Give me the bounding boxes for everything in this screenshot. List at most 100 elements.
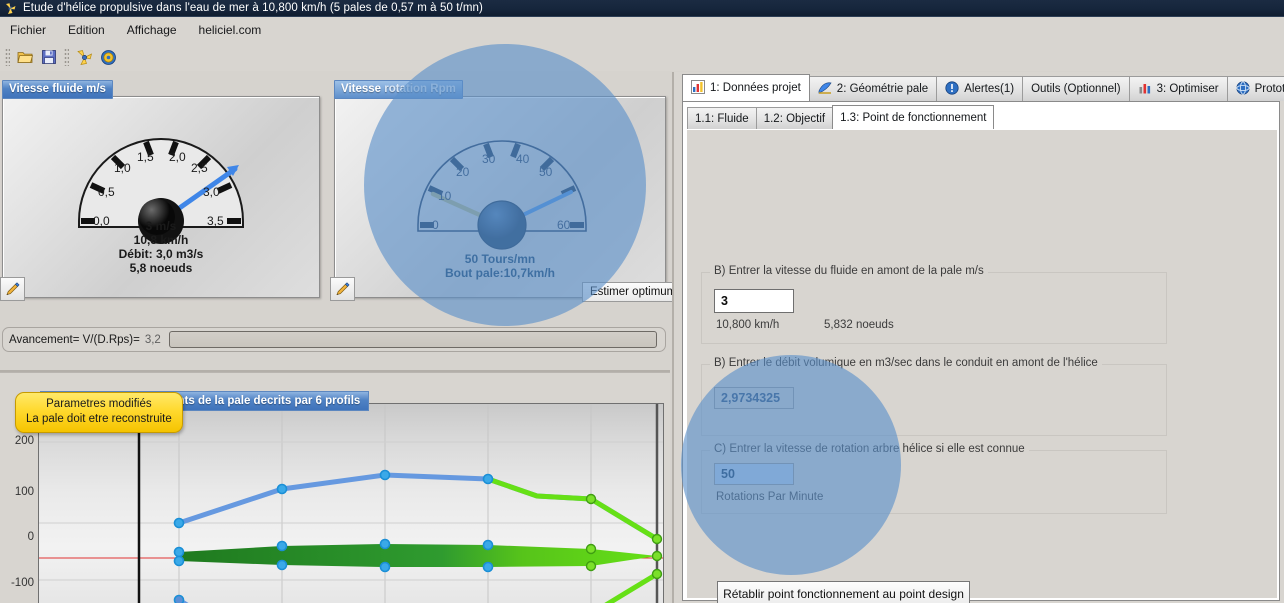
- thickness-chart-panel: epaisseurs des 5 éléments de la pale dec…: [0, 372, 670, 603]
- rpm-label-bold: Vitesse: [341, 83, 382, 95]
- chart-doc-icon: [691, 79, 705, 97]
- fluid-gauge-edit-button[interactable]: [0, 277, 25, 301]
- parameters-modified-tooltip: Parametres modifiés La pale doit etre re…: [15, 392, 183, 433]
- tab-geometrie-pale[interactable]: 2: Géométrie pale: [808, 76, 938, 101]
- chart-ytick-200: 200: [14, 435, 34, 447]
- velocity-kmh-label: 10,800 km/h: [716, 319, 780, 331]
- tab-outils[interactable]: Outils (Optionnel): [1022, 76, 1130, 101]
- fluid-readout-2: 10,8 km/h: [133, 233, 189, 247]
- fluid-gauge-panel-label: Vitesse fluide m/s: [2, 80, 113, 99]
- toolbar-grip-2[interactable]: [64, 48, 69, 66]
- group-flow-title: B) Entrer le débit volumique en m3/sec d…: [710, 357, 1102, 369]
- fluid-readout-3: Débit: 3,0 m3/s: [118, 247, 204, 261]
- tab-label: Prototype 3D: [1254, 83, 1284, 95]
- tab-page-donnees-projet: 1.1: Fluide 1.2: Objectif 1.3: Point de …: [682, 101, 1280, 603]
- rotation-unit-label: Rotations Par Minute: [716, 491, 824, 503]
- menu-item-heliciel[interactable]: heliciel.com: [199, 23, 262, 37]
- tab-donnees-projet[interactable]: 1: Données projet: [682, 74, 810, 101]
- green-thickness-band: [179, 544, 657, 567]
- estimer-optimum-button[interactable]: Estimer optimum: [582, 282, 685, 302]
- toolbar: [0, 43, 1284, 71]
- fluid-tick-4: 2,0: [169, 150, 186, 164]
- rotation-input[interactable]: 50: [714, 463, 794, 485]
- tab-optimiser[interactable]: 3: Optimiser: [1128, 76, 1228, 101]
- tab-label: 1.2: Objectif: [763, 112, 826, 125]
- point-de-fonctionnement-page: B) Entrer la vitesse du fluide en amont …: [687, 130, 1277, 603]
- flow-input[interactable]: 2,9734325: [714, 387, 794, 409]
- subtab-objectif[interactable]: 1.2: Objectif: [755, 107, 834, 129]
- open-folder-icon[interactable]: [13, 45, 37, 69]
- chart-markers: [173, 469, 663, 603]
- fluid-tick-5: 2,5: [191, 161, 208, 175]
- advancement-track[interactable]: [168, 331, 657, 348]
- save-disk-icon[interactable]: [37, 45, 61, 69]
- tab-label: Alertes(1): [964, 83, 1015, 95]
- fluid-tick-1: 0,5: [98, 185, 115, 199]
- propeller-tool-icon[interactable]: [72, 45, 96, 69]
- chart-ytick-0: 0: [27, 531, 34, 543]
- pencil-icon: [6, 281, 20, 295]
- chart-ytick-100: 100: [14, 486, 34, 498]
- rpm-tick-0: 0: [432, 218, 439, 232]
- rpm-tick-1: 10: [438, 189, 452, 203]
- tab-label: 2: Géométrie pale: [836, 83, 929, 95]
- rpm-gauge-panel-label: Vitesse rotation Rpm: [334, 80, 463, 99]
- menu-item-affichage[interactable]: Affichage: [127, 23, 177, 37]
- toolbar-grip-1[interactable]: [5, 48, 10, 66]
- propeller-app-icon: [4, 2, 17, 15]
- fluid-tick-3: 1,5: [137, 150, 154, 164]
- fluid-readout-1: 3 m/s: [145, 219, 177, 233]
- rpm-gauge-edit-button[interactable]: [330, 277, 355, 301]
- menubar: Fichier Edition Affichage heliciel.com: [0, 17, 1284, 43]
- settings-gear-icon[interactable]: [96, 45, 120, 69]
- reset-operating-point-button[interactable]: Rétablir point fonctionnement au point d…: [717, 581, 970, 603]
- main-tab-row: 1: Données projet 2: Géométrie pale Aler…: [682, 74, 1284, 101]
- group-velocity-title: B) Entrer la vitesse du fluide en amont …: [710, 265, 988, 277]
- advancement-bar: Avancement= V/(D.Rps)= 3,2: [2, 327, 666, 352]
- subtab-fluide[interactable]: 1.1: Fluide: [687, 107, 757, 129]
- tab-alertes[interactable]: Alertes(1): [936, 76, 1024, 101]
- alert-globe-icon: [945, 80, 959, 98]
- group-rotation-title: C) Entrer la vitesse de rotation arbre h…: [710, 443, 1029, 455]
- rpm-tick-4: 40: [516, 152, 530, 166]
- tab-label: 3: Optimiser: [1156, 83, 1219, 95]
- rpm-label-rest: rotation Rpm: [381, 83, 456, 95]
- rpm-tick-6: 60: [557, 218, 571, 232]
- advancement-label: Avancement= V/(D.Rps)=: [9, 333, 140, 346]
- pencil-icon: [336, 281, 350, 295]
- chart-ytick-neg100: -100: [10, 577, 34, 589]
- menu-item-edition[interactable]: Edition: [68, 23, 105, 37]
- advancement-value: 3,2: [144, 333, 161, 346]
- tab-label: 1: Données projet: [710, 82, 801, 94]
- fluid-tick-2: 1,0: [114, 161, 131, 175]
- tooltip-line-2: La pale doit etre reconstruite: [26, 413, 172, 425]
- menu-item-fichier[interactable]: Fichier: [10, 23, 46, 37]
- rpm-tick-3: 30: [482, 152, 496, 166]
- tab-label: Outils (Optionnel): [1031, 83, 1121, 95]
- rpm-readout-2: Bout pale:10,7km/h: [444, 266, 556, 280]
- group-velocity: B) Entrer la vitesse du fluide en amont …: [701, 265, 1167, 344]
- chart-plot-area[interactable]: [38, 403, 664, 603]
- sub-tab-row: 1.1: Fluide 1.2: Objectif 1.3: Point de …: [687, 105, 995, 129]
- subtab-point-de-fonctionnement[interactable]: 1.3: Point de fonctionnement: [832, 105, 995, 129]
- velocity-knots-label: 5,832 noeuds: [824, 319, 894, 331]
- tab-label: 1.3: Point de fonctionnement: [840, 111, 987, 124]
- rpm-readout-1: 50 Tours/mn: [464, 252, 536, 266]
- fluid-tick-6: 3,0: [203, 185, 220, 199]
- fluid-readout-4: 5,8 noeuds: [129, 261, 193, 275]
- tooltip-line-1: Parametres modifiés: [46, 398, 152, 410]
- blade-icon: [818, 81, 832, 98]
- right-region: 1: Données projet 2: Géométrie pale Aler…: [674, 72, 1284, 603]
- rpm-tick-2: 20: [456, 165, 470, 179]
- window-title: Etude d'hélice propulsive dans l'eau de …: [23, 2, 483, 14]
- rpm-gauge-dial: 0 10 20 30 40 50 60: [417, 140, 587, 250]
- fluid-gauge-panel: 0,0 0,5 1,0 1,5 2,0 2,5 3,0 3,5 3 m/s 10…: [2, 96, 320, 298]
- window-titlebar: Etude d'hélice propulsive dans l'eau de …: [0, 0, 1284, 17]
- velocity-input[interactable]: 3: [714, 289, 794, 313]
- bar-chart-icon: [1138, 81, 1152, 98]
- tab-prototype-3d[interactable]: Prototype 3D: [1226, 76, 1284, 101]
- globe-3d-icon: [1235, 80, 1250, 98]
- tab-label: 1.1: Fluide: [695, 112, 749, 125]
- rpm-gauge-panel: 0 10 20 30 40 50 60 50 Tours/mn Bout pal…: [334, 96, 666, 298]
- rpm-tick-5: 50: [539, 165, 553, 179]
